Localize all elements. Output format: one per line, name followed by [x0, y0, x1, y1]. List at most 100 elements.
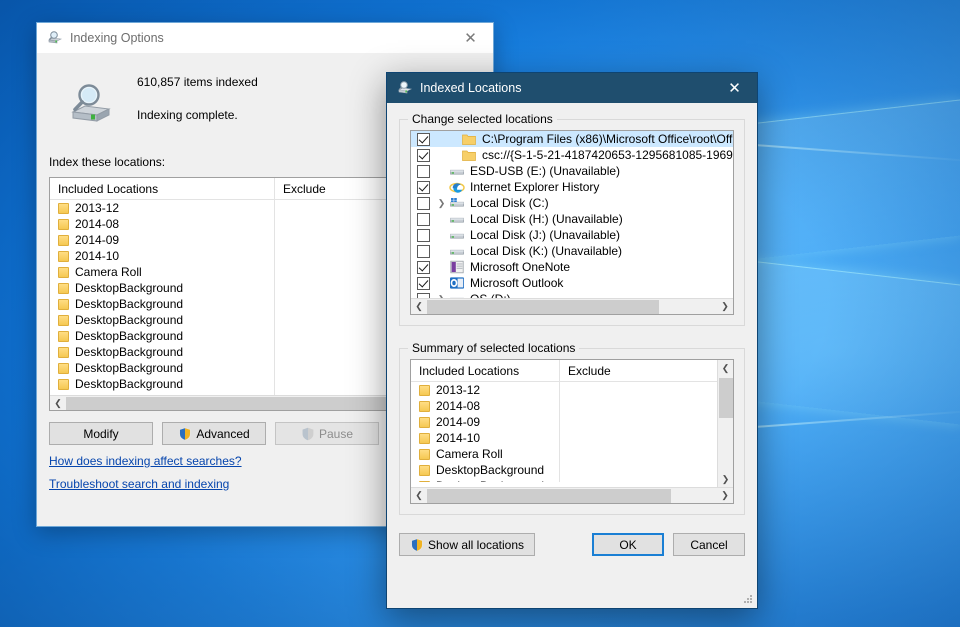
column-header-included-locations[interactable]: Included Locations: [411, 364, 559, 378]
location-list-item[interactable]: ❯C:\Program Files (x86)\Microsoft Office…: [411, 131, 733, 147]
vscroll-thumb[interactable]: [719, 378, 733, 418]
link-how-does-indexing-affect-searches[interactable]: How does indexing affect searches?: [49, 454, 242, 468]
location-list-item[interactable]: ❯Local Disk (H:) (Unavailable): [411, 211, 733, 227]
location-checkbox[interactable]: [417, 229, 430, 242]
folder-icon: [419, 401, 430, 412]
folder-icon: [58, 251, 69, 262]
hscroll-thumb[interactable]: [66, 397, 392, 411]
table-cell-included-location: DesktopBackground: [75, 345, 183, 359]
location-label: Microsoft Outlook: [470, 276, 563, 290]
chevron-right-icon[interactable]: ❯: [435, 294, 448, 299]
summary-rows: 2013-122014-082014-092014-10Camera RollD…: [411, 382, 717, 482]
drive-icon: [449, 211, 465, 227]
location-checkbox[interactable]: [417, 165, 430, 178]
location-list-item[interactable]: ❯Local Disk (K:) (Unavailable): [411, 243, 733, 259]
scroll-right-icon[interactable]: ❯: [717, 488, 733, 504]
table-row[interactable]: DesktopBackground: [411, 478, 717, 482]
table-row[interactable]: 2013-12: [411, 382, 717, 398]
drive-icon: [449, 243, 465, 259]
folder-icon: [58, 363, 69, 374]
location-list-item[interactable]: ❯Microsoft Outlook: [411, 275, 733, 291]
location-list-item[interactable]: ❯ESD-USB (E:) (Unavailable): [411, 163, 733, 179]
location-list-item[interactable]: ❯csc://{S-1-5-21-4187420653-1295681085-1…: [411, 147, 733, 163]
location-checkbox[interactable]: [417, 149, 430, 162]
summary-horizontal-scrollbar[interactable]: ❮ ❯: [411, 487, 733, 503]
drive-icon: [449, 291, 465, 298]
hscroll-track[interactable]: [427, 299, 717, 315]
onenote-icon: [449, 259, 465, 275]
pause-button[interactable]: Pause: [275, 422, 379, 445]
folder-icon: [58, 283, 69, 294]
indexed-locations-title-bar[interactable]: Indexed Locations ✕: [387, 73, 757, 103]
internet-explorer-icon: [449, 179, 465, 195]
scroll-up-icon[interactable]: ❮: [718, 360, 733, 376]
indexing-options-title-text: Indexing Options: [70, 31, 448, 45]
folder-icon: [461, 147, 477, 163]
folder-icon: [419, 417, 430, 428]
table-row[interactable]: Camera Roll: [411, 446, 717, 462]
hscroll-thumb[interactable]: [427, 300, 659, 314]
location-checkbox[interactable]: [417, 197, 430, 210]
indexed-locations-window[interactable]: Indexed Locations ✕ Change selected loca…: [386, 72, 758, 609]
locations-listview[interactable]: ❯C:\Program Files (x86)\Microsoft Office…: [410, 130, 734, 315]
table-row[interactable]: DesktopBackground: [411, 462, 717, 478]
table-cell-included-location: DesktopBackground: [436, 479, 544, 482]
location-checkbox[interactable]: [417, 293, 430, 299]
cancel-button[interactable]: Cancel: [673, 533, 745, 556]
summary-header: Included Locations Exclude: [411, 360, 717, 382]
modify-button[interactable]: Modify: [49, 422, 153, 445]
location-checkbox[interactable]: [417, 277, 430, 290]
resize-grip[interactable]: [742, 593, 754, 605]
scroll-left-icon[interactable]: ❮: [411, 488, 427, 504]
table-row[interactable]: 2014-08: [411, 398, 717, 414]
location-checkbox[interactable]: [417, 133, 430, 146]
indexed-locations-button-row: Show all locations OK Cancel: [399, 533, 745, 556]
location-list-item[interactable]: ❯Internet Explorer History: [411, 179, 733, 195]
chevron-right-icon[interactable]: ❯: [435, 198, 448, 209]
drive-icon: [449, 163, 465, 179]
column-header-exclude[interactable]: Exclude: [559, 360, 717, 381]
location-checkbox[interactable]: [417, 245, 430, 258]
folder-icon: [461, 131, 477, 147]
show-all-locations-label: Show all locations: [428, 538, 524, 552]
location-checkbox[interactable]: [417, 213, 430, 226]
advanced-button[interactable]: Advanced: [162, 422, 266, 445]
uac-shield-icon: [410, 538, 424, 552]
folder-icon: [58, 331, 69, 342]
link-troubleshoot-search-and-indexing[interactable]: Troubleshoot search and indexing: [49, 477, 229, 491]
location-list-item[interactable]: ❯Local Disk (C:): [411, 195, 733, 211]
scroll-left-icon[interactable]: ❮: [411, 299, 427, 315]
advanced-button-label: Advanced: [196, 427, 249, 441]
indexing-options-title-bar[interactable]: Indexing Options ✕: [37, 23, 493, 53]
folder-icon: [419, 433, 430, 444]
folder-icon: [58, 347, 69, 358]
location-checkbox[interactable]: [417, 181, 430, 194]
vscroll-track[interactable]: [718, 376, 733, 471]
column-header-included-locations[interactable]: Included Locations: [50, 182, 274, 196]
location-checkbox[interactable]: [417, 261, 430, 274]
summary-listview[interactable]: Included Locations Exclude 2013-122014-0…: [410, 359, 734, 504]
table-cell-included-location: 2013-12: [75, 201, 119, 215]
table-cell-included-location: 2013-12: [436, 383, 480, 397]
table-row[interactable]: 2014-09: [411, 414, 717, 430]
location-list-item[interactable]: ❯Microsoft OneNote: [411, 259, 733, 275]
close-icon[interactable]: ✕: [712, 73, 757, 103]
show-all-locations-button[interactable]: Show all locations: [399, 533, 535, 556]
scroll-down-icon[interactable]: ❯: [718, 471, 733, 487]
hscroll-thumb[interactable]: [427, 489, 671, 503]
location-list-item[interactable]: ❯Local Disk (J:) (Unavailable): [411, 227, 733, 243]
scroll-left-icon[interactable]: ❮: [50, 396, 66, 412]
close-icon[interactable]: ✕: [448, 23, 493, 53]
folder-icon: [419, 385, 430, 396]
summary-content: Included Locations Exclude 2013-122014-0…: [411, 360, 717, 487]
locations-horizontal-scrollbar[interactable]: ❮ ❯: [411, 298, 733, 314]
location-label: csc://{S-1-5-21-4187420653-1295681085-19…: [482, 148, 733, 162]
scroll-right-icon[interactable]: ❯: [717, 299, 733, 315]
ok-button[interactable]: OK: [592, 533, 664, 556]
summary-vertical-scrollbar[interactable]: ❮ ❯: [717, 360, 733, 487]
ok-cancel-group: OK Cancel: [592, 533, 745, 556]
location-list-item[interactable]: ❯OS (D:): [411, 291, 733, 298]
hscroll-track[interactable]: [427, 488, 717, 504]
table-cell-included-location: DesktopBackground: [75, 377, 183, 391]
table-row[interactable]: 2014-10: [411, 430, 717, 446]
